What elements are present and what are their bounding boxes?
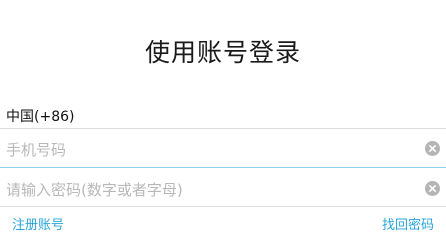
clear-icon[interactable] [425, 141, 440, 156]
phone-field[interactable]: 手机号码 [0, 131, 446, 165]
login-page: 使用账号登录 中国(+86) 手机号码 请输入密码(数字或者字母) 注册账号 找… [0, 0, 446, 245]
phone-input[interactable]: 手机号码 [6, 139, 66, 160]
divider [0, 128, 446, 129]
password-field[interactable]: 请输入密码(数字或者字母) [0, 171, 446, 205]
register-link[interactable]: 注册账号 [12, 214, 64, 233]
page-title: 使用账号登录 [144, 38, 301, 67]
country-code-selector[interactable]: 中国(+86) [6, 106, 74, 126]
password-field-underline [0, 206, 446, 207]
clear-icon[interactable] [425, 181, 440, 196]
recover-password-link[interactable]: 找回密码 [382, 214, 434, 233]
phone-field-underline [0, 167, 446, 168]
password-input[interactable]: 请输入密码(数字或者字母) [6, 179, 183, 200]
